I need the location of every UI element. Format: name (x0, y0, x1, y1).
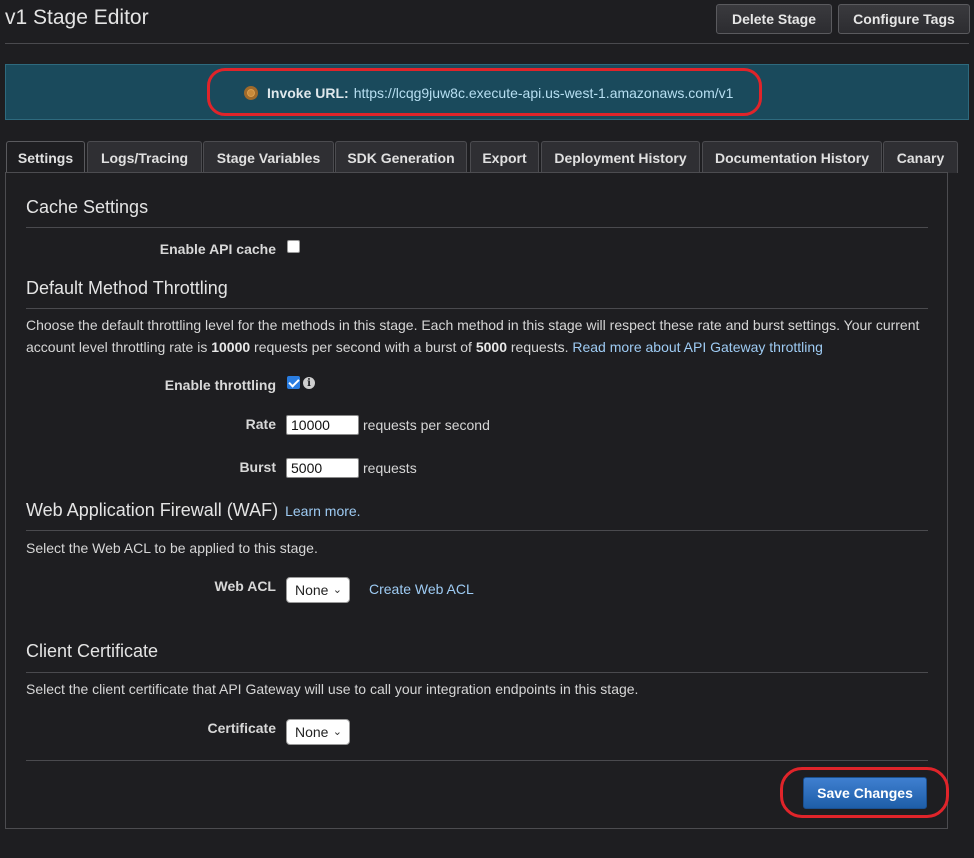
certificate-description: Select the client certificate that API G… (26, 681, 639, 697)
tab-logs-tracing[interactable]: Logs/Tracing (87, 141, 202, 173)
client-certificate-heading: Client Certificate (26, 641, 159, 661)
tab-deployment-history[interactable]: Deployment History (541, 141, 700, 173)
chevron-down-icon: ⌄ (332, 726, 342, 738)
header-divider (5, 43, 969, 44)
status-dot-icon (244, 86, 258, 100)
page-title: v1 Stage Editor (5, 6, 149, 29)
waf-learn-more-link[interactable]: Learn more. (285, 503, 360, 519)
delete-stage-button[interactable]: Delete Stage (716, 4, 832, 34)
section-divider (26, 530, 928, 531)
invoke-url-label: Invoke URL: (267, 85, 349, 101)
enable-api-cache-checkbox[interactable] (287, 240, 300, 253)
enable-api-cache-label: Enable API cache (159, 241, 276, 257)
throttling-description: Choose the default throttling level for … (26, 317, 920, 355)
waf-description: Select the Web ACL to be applied to this… (26, 540, 318, 556)
rate-input[interactable] (286, 415, 359, 435)
tab-stage-variables[interactable]: Stage Variables (203, 141, 334, 173)
throttling-heading: Default Method Throttling (26, 278, 228, 298)
rate-unit: requests per second (363, 417, 490, 433)
enable-throttling-label: Enable throttling (164, 377, 276, 393)
tab-sdk-generation[interactable]: SDK Generation (335, 141, 467, 173)
burst-label: Burst (239, 459, 276, 475)
read-more-throttling-link[interactable]: Read more about API Gateway throttling (572, 339, 823, 355)
save-changes-button[interactable]: Save Changes (803, 777, 927, 809)
section-divider (26, 672, 928, 673)
rate-label: Rate (245, 416, 276, 432)
burst-unit: requests (363, 460, 417, 476)
section-divider (26, 227, 928, 228)
burst-input[interactable] (286, 458, 359, 478)
section-divider (26, 308, 928, 309)
invoke-url-link[interactable]: https://lcqg9juw8c.execute-api.us-west-1… (354, 85, 734, 101)
tab-settings[interactable]: Settings (6, 141, 85, 174)
configure-tags-button[interactable]: Configure Tags (838, 4, 970, 34)
tab-export[interactable]: Export (470, 141, 539, 173)
enable-throttling-checkbox[interactable] (287, 376, 300, 389)
waf-heading: Web Application Firewall (WAF) Learn mor… (26, 500, 361, 520)
tab-canary[interactable]: Canary (883, 141, 958, 173)
create-web-acl-link[interactable]: Create Web ACL (369, 581, 474, 597)
invoke-url-banner: Invoke URL: https://lcqg9juw8c.execute-a… (5, 64, 969, 120)
cache-settings-heading: Cache Settings (26, 197, 149, 217)
certificate-select[interactable]: None ⌄ (286, 719, 350, 745)
certificate-label: Certificate (207, 720, 276, 736)
footer-divider (26, 760, 928, 761)
tab-documentation-history[interactable]: Documentation History (702, 141, 882, 173)
chevron-down-icon: ⌄ (332, 584, 342, 596)
info-icon[interactable]: i (303, 377, 315, 389)
web-acl-label: Web ACL (214, 578, 276, 594)
web-acl-select[interactable]: None ⌄ (286, 577, 350, 603)
